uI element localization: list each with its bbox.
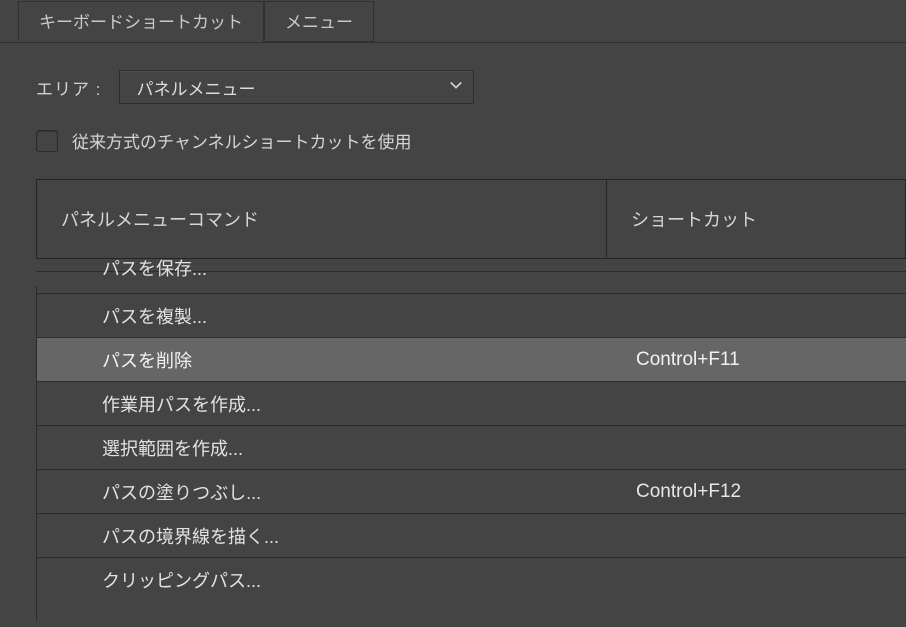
column-header-command[interactable]: パネルメニューコマンド bbox=[36, 179, 606, 259]
tab-divider bbox=[0, 42, 906, 43]
row-command: クリッピングパス... bbox=[36, 567, 606, 593]
row-shortcut: Control+F11 bbox=[606, 349, 906, 371]
table-row[interactable]: クリッピングパス... bbox=[36, 558, 906, 602]
table-row[interactable]: 選択範囲を作成... bbox=[36, 426, 906, 470]
chevron-down-icon bbox=[449, 77, 463, 97]
row-command: パスを削除 bbox=[36, 347, 606, 373]
column-header-shortcut[interactable]: ショートカット bbox=[606, 179, 906, 259]
row-command: パスを複製... bbox=[36, 303, 606, 329]
area-label: エリア : bbox=[36, 75, 101, 100]
row-shortcut: Control+F12 bbox=[606, 481, 906, 503]
legacy-label: 従来方式のチャンネルショートカットを使用 bbox=[72, 128, 412, 153]
table-row[interactable]: パスを複製... bbox=[36, 294, 906, 338]
area-select-value: パネルメニュー bbox=[136, 75, 255, 100]
row-command: パスを保存... bbox=[102, 259, 207, 279]
area-select[interactable]: パネルメニュー bbox=[119, 70, 474, 104]
row-command: 作業用パスを作成... bbox=[36, 391, 606, 417]
table-row[interactable]: パスを保存... bbox=[36, 272, 906, 294]
table-row[interactable]: パスの塗りつぶし... Control+F12 bbox=[36, 470, 906, 514]
row-command: パスの境界線を描く... bbox=[36, 523, 606, 549]
row-command: パスの塗りつぶし... bbox=[36, 479, 606, 505]
tab-keyboard-shortcuts[interactable]: キーボードショートカット bbox=[18, 1, 264, 42]
table-left-border bbox=[36, 286, 37, 621]
table-row[interactable]: パスの境界線を描く... bbox=[36, 514, 906, 558]
table-row[interactable]: パスを削除 Control+F11 bbox=[36, 338, 906, 382]
tab-menus[interactable]: メニュー bbox=[264, 1, 374, 42]
table-row[interactable]: 作業用パスを作成... bbox=[36, 382, 906, 426]
row-command: 選択範囲を作成... bbox=[36, 435, 606, 461]
legacy-checkbox[interactable] bbox=[36, 130, 58, 152]
